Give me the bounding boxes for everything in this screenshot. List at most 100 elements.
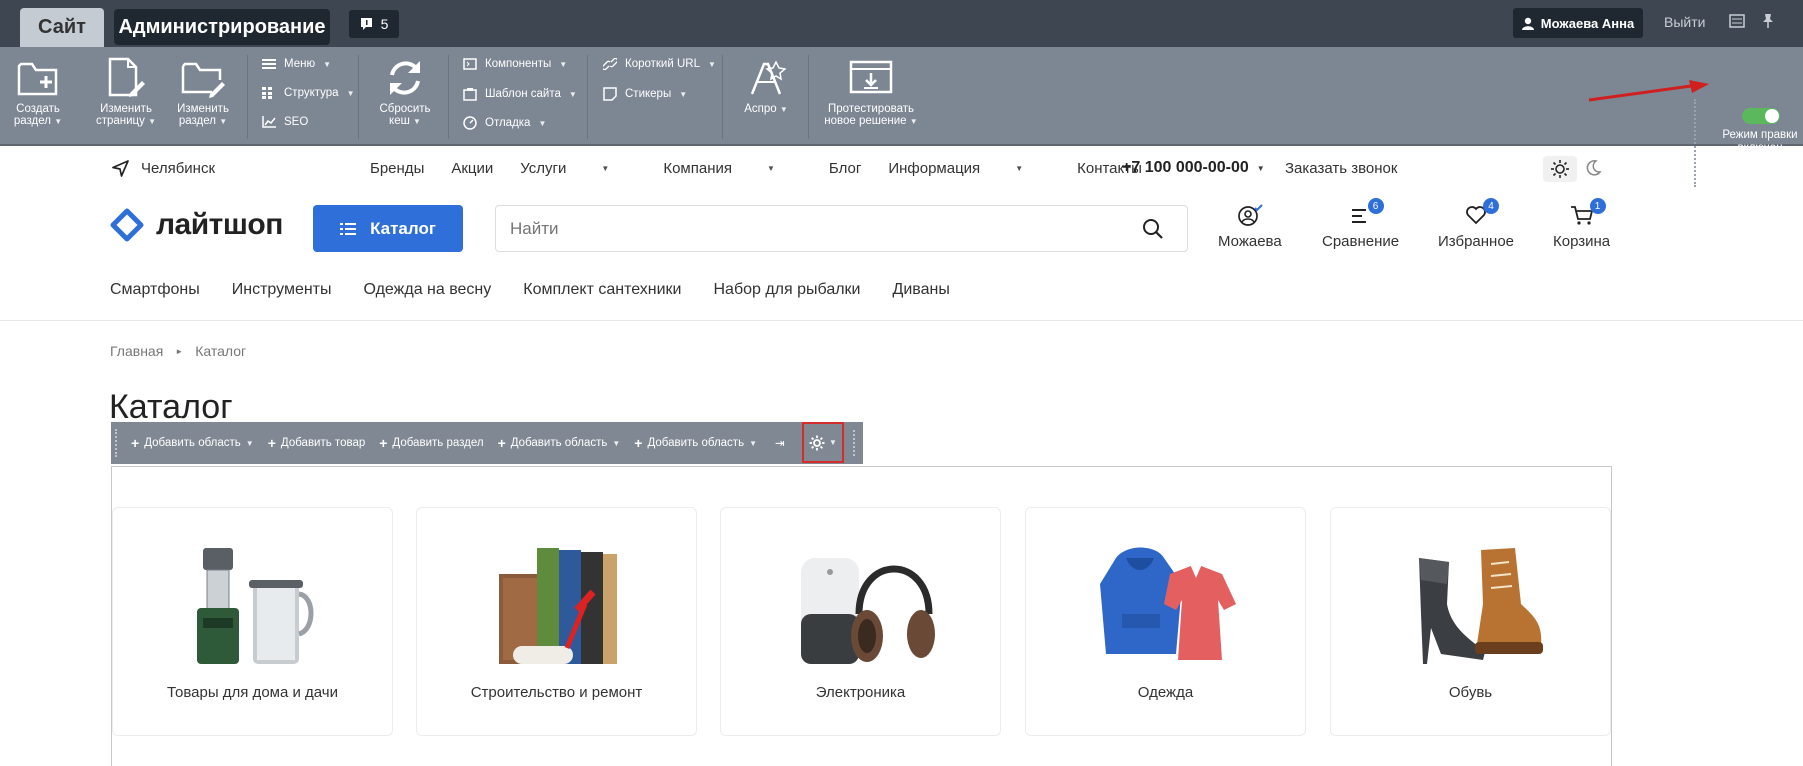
site-template-button[interactable]: Шаблон сайта ▼	[463, 87, 577, 101]
clear-cache-button[interactable]: Сбросить кеш ▼	[376, 53, 434, 128]
refresh-icon	[390, 61, 420, 95]
subnav-item[interactable]: Набор для рыбалки	[713, 281, 860, 299]
nav-brands[interactable]: Бренды	[370, 160, 424, 177]
pin-icon[interactable]	[1761, 13, 1775, 29]
user-button[interactable]: Можаева Анна	[1513, 8, 1643, 38]
compare-badge: 6	[1367, 198, 1384, 214]
construction-image	[498, 548, 617, 664]
link-icon	[603, 58, 617, 70]
keyboard-icon[interactable]	[1729, 14, 1745, 28]
cart-button[interactable]: 1 Корзина	[1553, 198, 1610, 250]
add-product-button[interactable]: + Добавить товар	[268, 435, 366, 451]
phone-number[interactable]: +7 100 000-00-00 ▼	[1122, 159, 1265, 177]
category-title: Строительство и ремонт	[470, 684, 643, 701]
nav-promotions[interactable]: Акции	[451, 160, 493, 177]
add-area-button[interactable]: + Добавить область ▼	[498, 435, 621, 451]
location-arrow-icon	[112, 160, 129, 177]
window-download-icon	[849, 60, 893, 94]
clothing-image	[1099, 547, 1236, 660]
subnav-item[interactable]: Одежда на весну	[364, 281, 492, 299]
menu-icon	[262, 59, 276, 69]
favorites-button[interactable]: 4 Избранное	[1438, 198, 1514, 250]
light-theme-button[interactable]	[1543, 156, 1577, 182]
category-navigation: Смартфоны Инструменты Одежда на весну Ко…	[110, 281, 982, 299]
toolbar-separator	[247, 55, 248, 139]
annotation-arrow	[1588, 80, 1709, 102]
category-title: Обувь	[1448, 684, 1493, 701]
nav-company[interactable]: Компания ▼	[663, 160, 802, 177]
test-solution-button[interactable]: Протестировать новое решение ▼	[821, 53, 921, 128]
area-toolbar-drag-handle[interactable]	[853, 430, 855, 456]
notifications-button[interactable]: 5	[349, 10, 399, 38]
cart-badge: 1	[1589, 198, 1606, 214]
edit-section-button[interactable]: Изменить раздел ▼	[170, 53, 236, 128]
category-card[interactable]: Строительство и ремонт	[416, 507, 697, 736]
collapse-button[interactable]: ▲ Свернуть	[1720, 169, 1779, 181]
edit-page-button[interactable]: Изменить страницу ▼	[93, 53, 159, 128]
gauge-icon	[463, 116, 477, 130]
admin-toolbar: Создать раздел ▼ Изменить страницу ▼ Измен…	[0, 47, 1803, 187]
user-icon	[1237, 204, 1263, 226]
subnav-item[interactable]: Комплект сантехники	[523, 281, 681, 299]
logout-link[interactable]: Выйти	[1664, 14, 1705, 30]
structure-button[interactable]: Структура ▼	[262, 87, 354, 99]
page-edit-icon	[108, 57, 145, 97]
menu-button[interactable]: Меню ▼	[262, 58, 331, 70]
catalog-button[interactable]: Каталог	[313, 205, 463, 252]
breadcrumb: Главная ► Каталог	[110, 343, 246, 359]
nav-info[interactable]: Информация ▼	[888, 160, 1050, 177]
subnav-item[interactable]: Инструменты	[232, 281, 332, 299]
header-divider	[0, 320, 1803, 321]
home-garden-image	[196, 548, 313, 664]
toolbar-drag-handle[interactable]	[1694, 99, 1696, 187]
user-name: Можаева Анна	[1540, 15, 1635, 31]
edit-mode-toggle[interactable]	[1742, 108, 1780, 124]
breadcrumb-home[interactable]: Главная	[110, 343, 163, 359]
chart-icon	[262, 116, 276, 128]
subnav-item[interactable]: Смартфоны	[110, 281, 200, 299]
profile-button[interactable]: Можаева	[1218, 204, 1282, 250]
toolbar-separator	[358, 55, 359, 139]
drag-handle-icon[interactable]	[115, 429, 117, 457]
stickers-button[interactable]: Стикеры ▼	[603, 87, 687, 101]
add-section-button[interactable]: + Добавить раздел	[379, 435, 483, 451]
category-card[interactable]: Обувь	[1330, 507, 1611, 736]
compare-button[interactable]: 6 Сравнение	[1322, 198, 1399, 250]
category-title: Одежда	[1137, 684, 1194, 701]
city-label: Челябинск	[141, 160, 216, 177]
nav-services[interactable]: Услуги ▼	[520, 160, 636, 177]
category-card[interactable]: Товары для дома и дачи	[112, 507, 393, 736]
tab-site[interactable]: Сайт	[20, 8, 104, 47]
moon-icon[interactable]	[1584, 159, 1602, 177]
subnav-item[interactable]: Диваны	[893, 281, 950, 299]
short-url-button[interactable]: Короткий URL ▼	[603, 58, 716, 70]
category-title: Электроника	[815, 684, 906, 701]
category-card[interactable]: Электроника	[720, 507, 1001, 736]
city-selector[interactable]: Челябинск	[112, 160, 215, 177]
area-settings-button[interactable]: ▼	[802, 422, 844, 463]
toolbar-separator	[587, 55, 588, 139]
seo-button[interactable]: SEO	[262, 116, 308, 128]
pin-area-icon[interactable]: ⇥	[775, 436, 785, 450]
components-button[interactable]: Компоненты ▼	[463, 58, 567, 70]
toolbar-separator	[808, 55, 809, 139]
favorites-badge: 4	[1483, 198, 1500, 214]
search-icon[interactable]	[1142, 218, 1163, 239]
add-area-button[interactable]: + Добавить область ▼	[131, 435, 254, 451]
notifications-count: 5	[380, 16, 389, 32]
site-logo[interactable]: лайтшоп	[110, 208, 283, 242]
nav-blog[interactable]: Блог	[829, 160, 861, 177]
sticker-icon	[603, 87, 617, 101]
electronics-image	[800, 558, 935, 664]
edit-mode-label: Режим правки включен	[1722, 129, 1798, 154]
user-icon	[1521, 17, 1534, 30]
tab-administration[interactable]: Администрирование	[114, 9, 330, 45]
callback-link[interactable]: Заказать звонок	[1285, 160, 1397, 177]
category-card[interactable]: Одежда	[1025, 507, 1306, 736]
add-area-button[interactable]: + Добавить область ▼	[634, 435, 757, 451]
components-icon	[463, 58, 477, 70]
create-section-button[interactable]: Создать раздел ▼	[10, 53, 66, 128]
aspro-button[interactable]: Аспро ▼	[740, 53, 792, 116]
debug-button[interactable]: Отладка ▼	[463, 116, 546, 130]
search-input[interactable]	[495, 205, 1188, 252]
